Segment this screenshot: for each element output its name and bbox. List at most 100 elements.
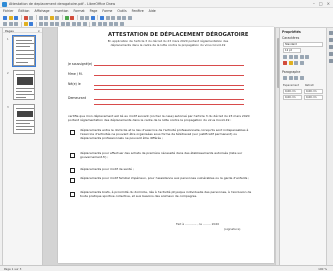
clone-format-icon[interactable] <box>55 15 59 20</box>
transformations-icon[interactable] <box>92 22 96 26</box>
birthdate-field-label: Né(e) le <box>68 82 81 86</box>
callouts-icon[interactable] <box>77 22 81 26</box>
align-center-icon[interactable] <box>288 76 293 80</box>
menu-view[interactable]: Affichage <box>34 9 49 13</box>
name-field-label: Je soussigné(e) <box>68 62 93 66</box>
filter-icon[interactable] <box>119 22 124 26</box>
font-size-select[interactable]: 12 pt <box>283 48 301 53</box>
menu-window[interactable]: Fenêtre <box>132 9 144 13</box>
birthplace-field[interactable] <box>94 89 244 90</box>
page-thumbnail-2[interactable] <box>13 70 35 100</box>
line-icon[interactable] <box>38 22 43 26</box>
print-icon[interactable] <box>29 15 33 20</box>
italic-icon[interactable] <box>288 55 293 59</box>
cut-icon[interactable] <box>38 15 43 20</box>
fontwork-icon[interactable] <box>127 15 132 20</box>
indent-after-field[interactable]: 0,00 cm <box>304 95 323 100</box>
shapes-tab-icon[interactable] <box>328 59 333 63</box>
font-color-icon[interactable] <box>283 61 287 65</box>
paste-icon[interactable] <box>49 15 54 20</box>
line-color-icon[interactable] <box>23 22 28 26</box>
shadow-icon[interactable] <box>108 22 113 26</box>
name-field[interactable] <box>94 65 244 66</box>
insert-image-icon[interactable] <box>100 15 104 20</box>
spacing-below-field[interactable]: 0,00 cm <box>283 95 302 100</box>
indent-before-field[interactable]: 0,00 cm <box>304 89 323 94</box>
special-character-icon[interactable] <box>122 15 126 20</box>
flowchart-icon[interactable] <box>71 22 76 26</box>
highlight-icon[interactable] <box>288 61 293 65</box>
bold-icon[interactable] <box>283 55 287 59</box>
justify-icon[interactable] <box>299 76 304 80</box>
birthdate-field[interactable] <box>94 85 244 86</box>
zoom-pan-icon[interactable] <box>8 22 13 26</box>
option-checkbox[interactable] <box>70 192 75 197</box>
font-name-select[interactable]: Standard <box>283 42 323 47</box>
strikethrough-icon[interactable] <box>299 55 304 59</box>
civility-field[interactable] <box>94 75 244 76</box>
document-title: ATTESTATION DE DÉPLACEMENT DÉROGATOIRE <box>108 32 249 38</box>
option-checkbox[interactable] <box>70 153 75 158</box>
grid-icon[interactable] <box>79 15 84 20</box>
fill-color-icon[interactable] <box>29 22 33 26</box>
align-left-icon[interactable] <box>283 76 287 80</box>
superscript-icon[interactable] <box>294 61 298 65</box>
connector-icon[interactable] <box>49 22 54 26</box>
symbol-shapes-icon[interactable] <box>60 22 65 26</box>
menu-page[interactable]: Page <box>90 9 98 13</box>
menu-insert[interactable]: Insertion <box>54 9 68 13</box>
redo-icon[interactable] <box>70 15 74 20</box>
address-field-2[interactable] <box>94 104 244 105</box>
menu-edit[interactable]: Édition <box>18 9 29 13</box>
export-pdf-icon[interactable] <box>23 15 28 20</box>
menu-tools[interactable]: Outils <box>117 9 126 13</box>
option-checkbox[interactable] <box>70 168 75 173</box>
helplines-icon[interactable] <box>85 15 89 20</box>
copy-icon[interactable] <box>44 15 48 20</box>
save-icon[interactable] <box>14 15 18 20</box>
menu-format[interactable]: Format <box>73 9 84 13</box>
menu-file[interactable]: Fichier <box>3 9 13 13</box>
underline-icon[interactable] <box>294 55 298 59</box>
document-page[interactable]: ATTESTATION DE DÉPLACEMENT DÉROGATOIRE E… <box>58 27 274 263</box>
block-arrows-icon[interactable] <box>66 22 70 26</box>
maximize-icon[interactable]: □ <box>319 1 323 6</box>
basic-shapes-icon[interactable] <box>55 22 59 26</box>
insert-table-icon[interactable] <box>111 15 115 20</box>
text-icon[interactable] <box>14 22 18 26</box>
properties-tab-icon[interactable] <box>328 31 333 35</box>
insert-textbox-icon[interactable] <box>116 15 121 20</box>
align-icon[interactable] <box>97 22 102 26</box>
arrange-icon[interactable] <box>103 22 107 26</box>
open-icon[interactable] <box>8 15 13 20</box>
gallery-tab-icon[interactable] <box>328 45 333 49</box>
menu-help[interactable]: Aide <box>149 9 156 13</box>
spacing-above-field[interactable]: 0,00 cm <box>283 89 302 94</box>
insert-chart-icon[interactable] <box>105 15 110 20</box>
stars-icon[interactable] <box>82 22 87 26</box>
navigator-tab-icon[interactable] <box>328 52 333 56</box>
paragraph-section[interactable]: Paragraphe <box>282 70 300 74</box>
page-thumbnail-1[interactable] <box>12 35 36 67</box>
zoom-level[interactable]: 100 % <box>318 267 327 271</box>
close-icon[interactable]: × <box>327 1 330 6</box>
select-icon[interactable] <box>3 22 7 26</box>
minimize-icon[interactable]: – <box>313 1 315 6</box>
address-field[interactable] <box>94 99 244 100</box>
page-number: 3 <box>7 106 9 109</box>
align-right-icon[interactable] <box>294 76 298 80</box>
shadow-text-icon[interactable] <box>305 55 309 59</box>
styles-tab-icon[interactable] <box>328 38 333 42</box>
option-checkbox[interactable] <box>70 130 75 135</box>
zoom-icon[interactable] <box>90 15 95 20</box>
undo-icon[interactable] <box>64 15 69 20</box>
option-checkbox[interactable] <box>70 178 75 183</box>
subscript-icon[interactable] <box>299 61 304 65</box>
new-icon[interactable] <box>3 15 7 20</box>
page-thumbnail-3[interactable] <box>13 104 35 134</box>
crop-icon[interactable] <box>114 22 118 26</box>
curve-icon[interactable] <box>44 22 48 26</box>
close-panel-icon[interactable]: × <box>37 29 40 33</box>
character-section[interactable]: Caractères <box>282 36 299 40</box>
menu-shape[interactable]: Forme <box>102 9 112 13</box>
